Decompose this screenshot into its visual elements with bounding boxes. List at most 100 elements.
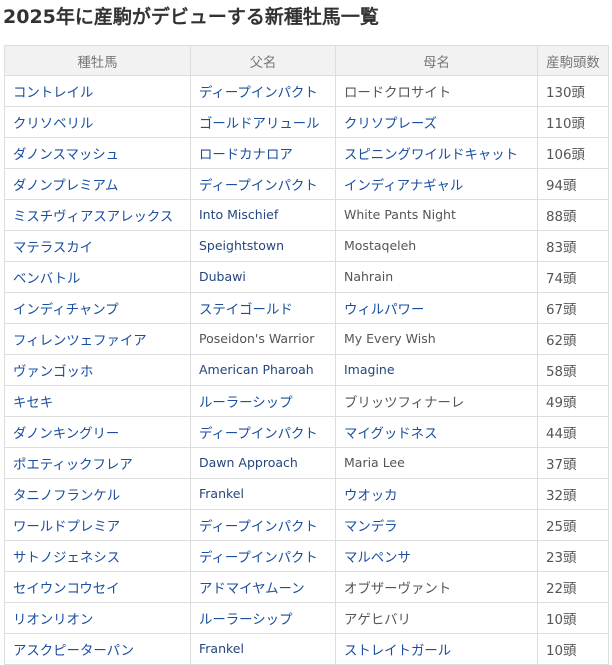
sire-name-link[interactable]: ルーラーシップ <box>199 396 292 411</box>
header-sire: 父名 <box>190 45 336 76</box>
table-row: コントレイル ディープインパクト ロードクロサイト 130頭 <box>4 75 609 107</box>
offspring-count-cell: 23頭 <box>537 540 609 572</box>
sire-name-cell: ルーラーシップ <box>190 385 336 417</box>
dam-name-cell: ブリッツフィナーレ <box>335 385 538 417</box>
sire-name-link[interactable]: Speightstown <box>199 238 284 253</box>
horse-name-link[interactable]: コントレイル <box>13 86 93 101</box>
dam-name-text: Maria Lee <box>344 455 405 470</box>
dam-name-cell: クリソプレーズ <box>335 106 538 138</box>
offspring-count-text: 88頭 <box>546 210 577 225</box>
horse-name-link[interactable]: サトノジェネシス <box>13 551 120 566</box>
horse-name-link[interactable]: リオンリオン <box>13 613 93 628</box>
sire-name-link[interactable]: Into Mischief <box>199 207 278 222</box>
table-row: クリソベリル ゴールドアリュール クリソプレーズ 110頭 <box>4 106 609 138</box>
table-row: ベンバトル Dubawi Nahrain 74頭 <box>4 261 609 293</box>
horse-name-link[interactable]: ダノンキングリー <box>13 427 119 442</box>
offspring-count-text: 67頭 <box>546 303 577 318</box>
offspring-count-cell: 10頭 <box>537 602 609 634</box>
horse-name-cell: サトノジェネシス <box>4 540 191 572</box>
sire-name-link[interactable]: ディープインパクト <box>199 86 318 101</box>
offspring-count-cell: 10頭 <box>537 633 609 665</box>
horse-name-cell: コントレイル <box>4 75 191 107</box>
sire-name-link[interactable]: ルーラーシップ <box>199 613 292 628</box>
offspring-count-text: 106頭 <box>546 148 585 163</box>
offspring-count-cell: 94頭 <box>537 168 609 200</box>
horse-name-link[interactable]: アスクピーターパン <box>13 644 134 659</box>
dam-name-cell: Imagine <box>335 354 538 386</box>
dam-name-link[interactable]: インディアナギャル <box>344 179 463 194</box>
horse-name-link[interactable]: ヴァンゴッホ <box>13 365 93 380</box>
offspring-count-cell: 62頭 <box>537 323 609 355</box>
horse-name-cell: ワールドプレミア <box>4 509 191 541</box>
sire-name-link[interactable]: ディープインパクト <box>199 179 318 194</box>
horse-name-cell: クリソベリル <box>4 106 191 138</box>
offspring-count-text: 37頭 <box>546 458 577 473</box>
offspring-count-cell: 130頭 <box>537 75 609 107</box>
horse-name-link[interactable]: マテラスカイ <box>13 241 93 256</box>
dam-name-link[interactable]: ストレイトガール <box>344 644 451 659</box>
sire-name-link[interactable]: ステイゴールド <box>199 303 293 318</box>
table-row: マテラスカイ Speightstown Mostaqeleh 83頭 <box>4 230 609 262</box>
sire-name-link[interactable]: ロードカナロア <box>199 148 293 163</box>
dam-name-text: ロードクロサイト <box>344 86 452 101</box>
sire-name-link[interactable]: アドマイヤムーン <box>199 582 305 597</box>
horse-name-link[interactable]: タニノフランケル <box>13 489 120 504</box>
horse-name-link[interactable]: ダノンスマッシュ <box>13 148 119 163</box>
dam-name-link[interactable]: クリソプレーズ <box>344 117 437 132</box>
dam-name-cell: アゲヒバリ <box>335 602 538 634</box>
horse-name-cell: フィレンツェファイア <box>4 323 191 355</box>
sire-name-link[interactable]: Dubawi <box>199 269 246 284</box>
dam-name-link[interactable]: マルペンサ <box>344 551 411 566</box>
dam-name-link[interactable]: マイグッドネス <box>344 427 437 442</box>
sire-name-cell: American Pharoah <box>190 354 336 386</box>
table-row: ワールドプレミア ディープインパクト マンデラ 25頭 <box>4 509 609 541</box>
sire-name-link[interactable]: American Pharoah <box>199 362 314 377</box>
horse-name-link[interactable]: セイウンコウセイ <box>13 582 120 597</box>
dam-name-link[interactable]: Imagine <box>344 362 395 377</box>
header-count: 産駒頭数 <box>537 45 609 76</box>
sire-name-link[interactable]: ゴールドアリュール <box>199 117 320 132</box>
dam-name-cell: Mostaqeleh <box>335 230 538 262</box>
dam-name-link[interactable]: マンデラ <box>344 520 398 535</box>
dam-name-cell: インディアナギャル <box>335 168 538 200</box>
offspring-count-text: 25頭 <box>546 520 577 535</box>
horse-name-link[interactable]: ベンバトル <box>13 272 80 287</box>
horse-name-link[interactable]: ポエティックフレア <box>13 458 133 473</box>
sire-name-link[interactable]: ディープインパクト <box>199 427 318 442</box>
horse-name-cell: キセキ <box>4 385 191 417</box>
horse-name-link[interactable]: ミスチヴィアスアレックス <box>13 210 173 225</box>
sire-name-cell: Dubawi <box>190 261 336 293</box>
sire-name-cell: Frankel <box>190 633 336 665</box>
sire-name-cell: ディープインパクト <box>190 416 336 448</box>
horse-name-link[interactable]: フィレンツェファイア <box>13 334 147 349</box>
offspring-count-text: 23頭 <box>546 551 577 566</box>
sire-name-link[interactable]: Frankel <box>199 641 244 656</box>
offspring-count-text: 110頭 <box>546 117 585 132</box>
offspring-count-cell: 49頭 <box>537 385 609 417</box>
horse-name-cell: ダノンスマッシュ <box>4 137 191 169</box>
sire-name-link[interactable]: ディープインパクト <box>199 520 318 535</box>
sire-name-link[interactable]: ディープインパクト <box>199 551 318 566</box>
offspring-count-text: 44頭 <box>546 427 577 442</box>
dam-name-link[interactable]: ウオッカ <box>344 489 398 504</box>
table-header-row: 種牡馬 父名 母名 産駒頭数 <box>4 45 609 76</box>
sire-name-cell: Poseidon's Warrior <box>190 323 336 355</box>
dam-name-cell: ウィルパワー <box>335 292 538 324</box>
horse-name-link[interactable]: キセキ <box>13 396 53 411</box>
dam-name-text: アゲヒバリ <box>344 613 411 628</box>
sire-name-link[interactable]: Dawn Approach <box>199 455 298 470</box>
horse-name-cell: ヴァンゴッホ <box>4 354 191 386</box>
offspring-count-cell: 110頭 <box>537 106 609 138</box>
horse-name-link[interactable]: クリソベリル <box>13 117 93 132</box>
dam-name-text: Mostaqeleh <box>344 238 417 253</box>
sire-name-cell: ステイゴールド <box>190 292 336 324</box>
horse-name-cell: タニノフランケル <box>4 478 191 510</box>
horse-name-cell: インディチャンプ <box>4 292 191 324</box>
dam-name-link[interactable]: ウィルパワー <box>344 303 424 318</box>
horse-name-link[interactable]: ダノンプレミアム <box>13 179 118 194</box>
sire-name-link[interactable]: Frankel <box>199 486 244 501</box>
horse-name-link[interactable]: インディチャンプ <box>13 303 119 318</box>
horse-name-link[interactable]: ワールドプレミア <box>13 520 120 535</box>
dam-name-link[interactable]: スピニングワイルドキャット <box>344 148 518 163</box>
horse-name-cell: ポエティックフレア <box>4 447 191 479</box>
